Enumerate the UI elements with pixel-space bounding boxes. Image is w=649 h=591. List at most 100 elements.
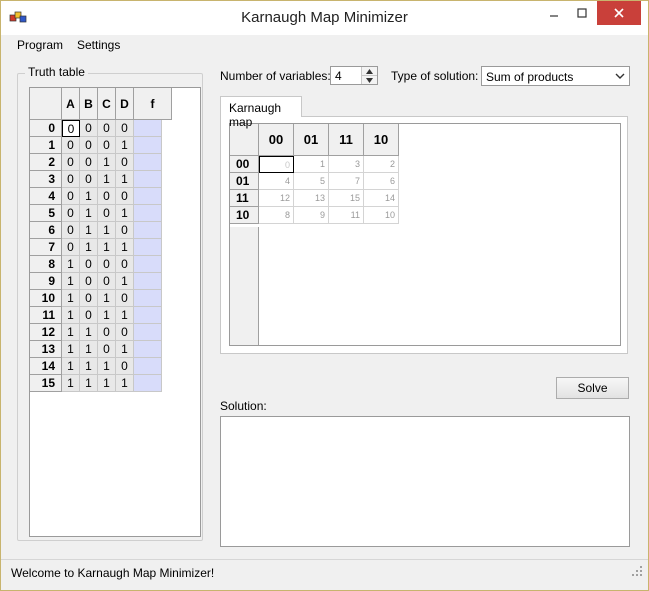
stepper-buttons <box>361 67 377 84</box>
kmap-cell[interactable]: 9 <box>294 207 329 224</box>
row-header[interactable]: 0 <box>30 120 62 137</box>
kmap-cell[interactable]: 6 <box>364 173 399 190</box>
row-header[interactable]: 12 <box>30 324 62 341</box>
stepper-up-button[interactable] <box>362 67 377 76</box>
f-value-cell[interactable] <box>134 307 162 324</box>
f-value-cell[interactable] <box>134 188 162 205</box>
bit-cell: 1 <box>98 375 116 392</box>
title-bar[interactable]: Karnaugh Map Minimizer <box>1 1 648 35</box>
row-header[interactable]: 7 <box>30 239 62 256</box>
truth-table-grid[interactable]: A B C D f 000001000120010300114010050101… <box>29 87 201 537</box>
kmap-cell[interactable]: 10 <box>364 207 399 224</box>
truth-table-corner <box>30 88 62 120</box>
col-header-f[interactable]: f <box>134 88 172 120</box>
f-value-cell[interactable] <box>134 222 162 239</box>
f-value-cell[interactable] <box>134 375 162 392</box>
close-button[interactable] <box>597 1 641 25</box>
f-value-cell[interactable] <box>134 290 162 307</box>
bit-cell: 0 <box>98 120 116 137</box>
row-header[interactable]: 4 <box>30 188 62 205</box>
f-value-cell[interactable] <box>134 324 162 341</box>
kmap-cell[interactable]: 12 <box>259 190 294 207</box>
kmap-cell[interactable]: 3 <box>329 156 364 173</box>
row-header[interactable]: 13 <box>30 341 62 358</box>
menu-program[interactable]: Program <box>17 38 63 52</box>
kmap-row-header: 10 <box>230 207 259 224</box>
bit-cell: 0 <box>98 137 116 154</box>
kmap-cell[interactable]: 2 <box>364 156 399 173</box>
kmap-cell[interactable]: 7 <box>329 173 364 190</box>
tab-karnaugh-map[interactable]: Karnaugh map <box>220 96 302 129</box>
f-value-cell[interactable] <box>134 137 162 154</box>
f-value-cell[interactable] <box>134 120 162 137</box>
bit-cell: 1 <box>62 307 80 324</box>
kmap-cell[interactable]: 15 <box>329 190 364 207</box>
bit-cell: 1 <box>62 273 80 290</box>
bit-cell: 0 <box>62 171 80 188</box>
kmap-cell[interactable]: 13 <box>294 190 329 207</box>
row-header[interactable]: 15 <box>30 375 62 392</box>
row-header[interactable]: 9 <box>30 273 62 290</box>
f-value-cell[interactable] <box>134 358 162 375</box>
bit-cell: 0 <box>62 205 80 222</box>
bit-cell: 0 <box>116 188 134 205</box>
menu-bar: Program Settings <box>1 35 648 55</box>
bit-cell: 0 <box>80 171 98 188</box>
row-header[interactable]: 11 <box>30 307 62 324</box>
kmap-cell[interactable]: 11 <box>329 207 364 224</box>
bit-cell: 0 <box>116 120 134 137</box>
num-vars-value[interactable]: 4 <box>335 69 342 83</box>
kmap-cell[interactable]: 14 <box>364 190 399 207</box>
row-header[interactable]: 8 <box>30 256 62 273</box>
num-vars-label: Number of variables: <box>220 69 331 83</box>
bit-cell: 1 <box>116 375 134 392</box>
bit-cell: 0 <box>98 273 116 290</box>
maximize-icon <box>577 8 587 18</box>
col-header-d[interactable]: D <box>116 88 134 120</box>
kmap-cell[interactable]: 5 <box>294 173 329 190</box>
karnaugh-map-grid[interactable]: 00 01 11 10 00 0 1 3 2 01 4 5 7 6 11 12 13 15 14 10 8 9 11… <box>229 123 621 346</box>
solve-button[interactable]: Solve <box>556 377 629 399</box>
stepper-down-button[interactable] <box>362 76 377 84</box>
bit-cell: 1 <box>62 256 80 273</box>
bit-cell: 1 <box>116 273 134 290</box>
kmap-cell[interactable]: 1 <box>294 156 329 173</box>
f-value-cell[interactable] <box>134 205 162 222</box>
f-value-cell[interactable] <box>134 341 162 358</box>
solution-type-label: Type of solution: <box>391 69 479 83</box>
row-header[interactable]: 6 <box>30 222 62 239</box>
kmap-cell[interactable]: 8 <box>259 207 294 224</box>
kmap-col-header: 10 <box>364 124 399 156</box>
bit-cell: 0 <box>62 154 80 171</box>
maximize-button[interactable] <box>568 1 596 25</box>
row-header[interactable]: 3 <box>30 171 62 188</box>
bit-cell: 0 <box>80 137 98 154</box>
kmap-cell[interactable]: 4 <box>259 173 294 190</box>
bit-cell: 0 <box>62 222 80 239</box>
col-header-b[interactable]: B <box>80 88 98 120</box>
row-header[interactable]: 14 <box>30 358 62 375</box>
row-header[interactable]: 5 <box>30 205 62 222</box>
f-value-cell[interactable] <box>134 154 162 171</box>
num-vars-stepper[interactable]: 4 <box>330 66 378 85</box>
solution-output[interactable] <box>220 416 630 547</box>
chevron-down-icon <box>366 77 373 83</box>
kmap-col-header: 11 <box>329 124 364 156</box>
f-value-cell[interactable] <box>134 273 162 290</box>
f-value-cell[interactable] <box>134 171 162 188</box>
bit-cell: 0 <box>62 239 80 256</box>
f-value-cell[interactable] <box>134 239 162 256</box>
row-header[interactable]: 10 <box>30 290 62 307</box>
solution-type-select[interactable]: Sum of products <box>481 66 630 86</box>
col-header-a[interactable]: A <box>62 88 80 120</box>
f-value-cell[interactable] <box>134 256 162 273</box>
bit-cell: 1 <box>98 307 116 324</box>
bit-cell: 0 <box>80 290 98 307</box>
row-header[interactable]: 1 <box>30 137 62 154</box>
resize-grip-icon[interactable] <box>632 566 642 576</box>
row-header[interactable]: 2 <box>30 154 62 171</box>
menu-settings[interactable]: Settings <box>77 38 120 52</box>
minimize-button[interactable] <box>540 1 568 25</box>
kmap-cell[interactable]: 0 <box>259 156 294 173</box>
col-header-c[interactable]: C <box>98 88 116 120</box>
